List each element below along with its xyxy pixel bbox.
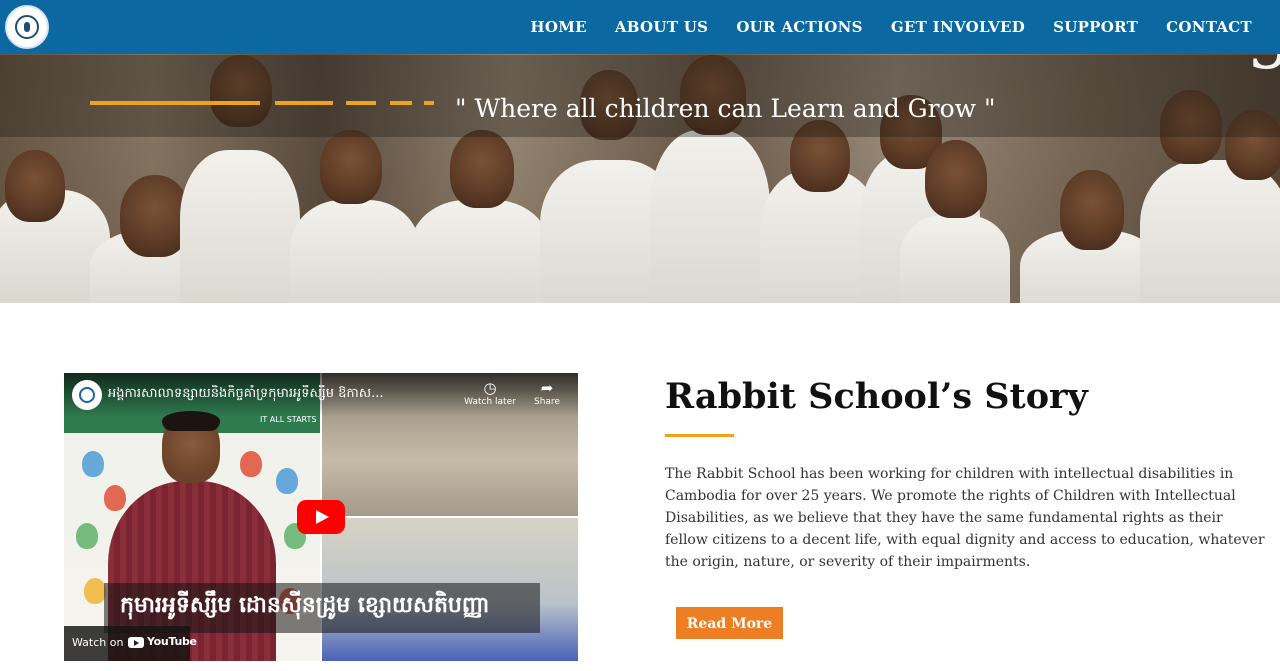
read-more-button[interactable]: Read More — [676, 607, 783, 639]
nav-about-us[interactable]: ABOUT US — [615, 18, 708, 36]
video-header: អង្គការសាលាទន្សាយនិងកិច្ចគាំទ្រកុមារអូទី… — [64, 373, 578, 417]
nav-get-involved[interactable]: GET INVOLVED — [891, 18, 1025, 36]
main-nav: HOME ABOUT US OUR ACTIONS GET INVOLVED S… — [530, 0, 1252, 54]
top-navbar: HOME ABOUT US OUR ACTIONS GET INVOLVED S… — [0, 0, 1280, 54]
youtube-video-embed[interactable]: IT ALL STARTS អង្គការសាលាទន្សាយនិងកិច្ចគ… — [64, 373, 578, 661]
rabbit-school-logo-icon[interactable] — [5, 5, 49, 49]
video-title[interactable]: អង្គការសាលាទន្សាយនិងកិច្ចគាំទ្រកុមារអូទី… — [108, 385, 458, 404]
share-icon: ➦ — [540, 379, 554, 397]
youtube-play-icon[interactable] — [297, 500, 345, 534]
channel-avatar-icon[interactable] — [72, 380, 102, 410]
hero-subtitle: " Where all children can Learn and Grow … — [455, 94, 996, 123]
nav-support[interactable]: SUPPORT — [1053, 18, 1138, 36]
clock-icon: ◷ — [483, 379, 497, 397]
watch-later-button[interactable]: ◷ Watch later — [464, 379, 516, 407]
hero-decorative-lines — [90, 101, 440, 105]
share-button[interactable]: ➦ Share — [521, 379, 573, 407]
story-title-underline — [665, 434, 734, 437]
story-title: Rabbit School’s Story — [665, 376, 1088, 417]
watch-on-youtube-button[interactable]: Watch on YouTube — [64, 626, 197, 661]
youtube-logo-icon — [128, 637, 144, 648]
nav-home[interactable]: HOME — [530, 18, 586, 36]
story-body: The Rabbit School has been working for c… — [665, 466, 1265, 570]
nav-contact[interactable]: CONTACT — [1166, 18, 1252, 36]
nav-our-actions[interactable]: OUR ACTIONS — [736, 18, 863, 36]
